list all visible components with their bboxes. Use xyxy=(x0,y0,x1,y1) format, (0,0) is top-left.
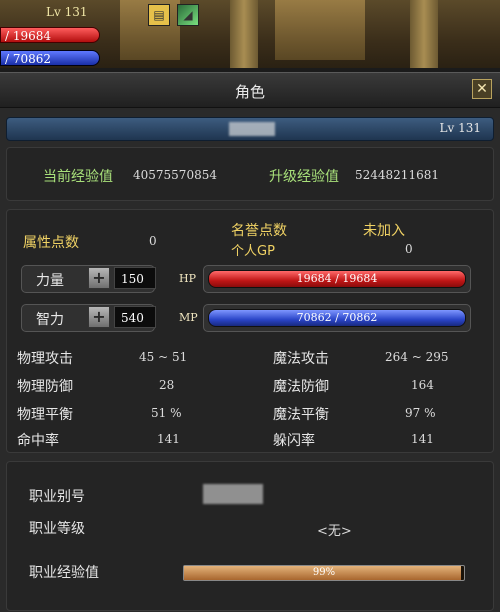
scroll-icon[interactable]: ▤ xyxy=(148,4,170,26)
stat-value: 164 xyxy=(411,378,434,392)
job-alias-label: 职业别号 xyxy=(29,489,85,505)
mp-bar: 70862 / 70862 xyxy=(208,309,466,327)
intellect-value: 540 xyxy=(114,306,156,328)
hp-bar-frame: 19684 / 19684 xyxy=(203,265,471,293)
honor-points-label: 名誉点数 xyxy=(231,223,287,239)
stat-value: 264 ~ 295 xyxy=(385,350,449,364)
attribute-points-value: 0 xyxy=(149,234,157,248)
stat-value: 141 xyxy=(411,432,434,446)
stat-label: 命中率 xyxy=(17,433,59,449)
hp-tag: HP xyxy=(179,272,196,285)
strength-label: 力量 xyxy=(36,273,64,289)
stat-label: 魔法攻击 xyxy=(273,351,329,367)
stat-label: 物理平衡 xyxy=(17,407,73,423)
add-intellect-button[interactable]: + xyxy=(88,306,110,328)
mp-tag: MP xyxy=(179,311,198,324)
window-title: 角色 xyxy=(234,83,265,101)
character-name-bar: Lv 131 xyxy=(6,117,494,141)
background-window xyxy=(275,0,365,60)
stat-value: 45 ~ 51 xyxy=(139,350,188,364)
close-icon: ✕ xyxy=(476,81,488,97)
attributes-section: 属性点数 0 名誉点数 个人GP 未加入 0 力量 + 150 HP 19684… xyxy=(6,209,494,453)
next-exp-value: 52448211681 xyxy=(355,168,439,182)
job-exp-text: 99% xyxy=(312,567,336,578)
experience-section: 当前经验值 40575570854 升级经验值 52448211681 xyxy=(6,147,494,201)
strength-value: 150 xyxy=(114,267,156,289)
job-section: 职业别号 职业等级 <无> 职业经验值 99% xyxy=(6,461,494,611)
not-joined-label: 未加入 xyxy=(363,223,405,239)
job-exp-bar: 99% xyxy=(183,565,465,581)
stat-value: 28 xyxy=(159,378,175,392)
stat-value: 51 % xyxy=(151,406,182,420)
stat-label: 躲闪率 xyxy=(273,433,315,449)
hud-hp-bar: / 19684 xyxy=(0,27,100,43)
personal-gp-label: 个人GP xyxy=(231,244,275,259)
intellect-label: 智力 xyxy=(36,312,64,328)
background-pillar xyxy=(230,0,258,68)
stat-label: 物理防御 xyxy=(17,379,73,395)
stat-label: 物理攻击 xyxy=(17,351,73,367)
buff-icon[interactable]: ◢ xyxy=(177,4,199,26)
character-panel: 角色 ✕ Lv 131 当前经验值 40575570854 升级经验值 5244… xyxy=(0,72,500,612)
stat-label: 魔法防御 xyxy=(273,379,329,395)
intellect-row: 智力 + 540 xyxy=(21,304,156,332)
current-exp-value: 40575570854 xyxy=(133,168,217,182)
current-exp-label: 当前经验值 xyxy=(43,169,113,185)
titlebar: 角色 ✕ xyxy=(0,73,500,108)
stat-value: 97 % xyxy=(405,406,436,420)
strength-row: 力量 + 150 xyxy=(21,265,156,293)
personal-gp-value: 0 xyxy=(405,242,413,256)
job-exp-label: 职业经验值 xyxy=(29,565,99,581)
add-strength-button[interactable]: + xyxy=(88,267,110,289)
hp-bar: 19684 / 19684 xyxy=(208,270,466,288)
attribute-points-label: 属性点数 xyxy=(23,235,79,251)
character-name-redacted xyxy=(229,122,275,136)
job-alias-redacted xyxy=(203,484,263,504)
stat-label: 魔法平衡 xyxy=(273,407,329,423)
stat-value: 141 xyxy=(157,432,180,446)
background-pillar xyxy=(410,0,438,68)
next-exp-label: 升级经验值 xyxy=(269,169,339,185)
hud-level: Lv 131 xyxy=(46,5,88,19)
job-level-value: <无> xyxy=(317,524,352,539)
close-button[interactable]: ✕ xyxy=(472,79,492,99)
job-level-label: 职业等级 xyxy=(29,521,85,537)
character-level: Lv 131 xyxy=(439,121,481,135)
hud-mp-bar: / 70862 xyxy=(0,50,100,66)
mp-bar-frame: 70862 / 70862 xyxy=(203,304,471,332)
